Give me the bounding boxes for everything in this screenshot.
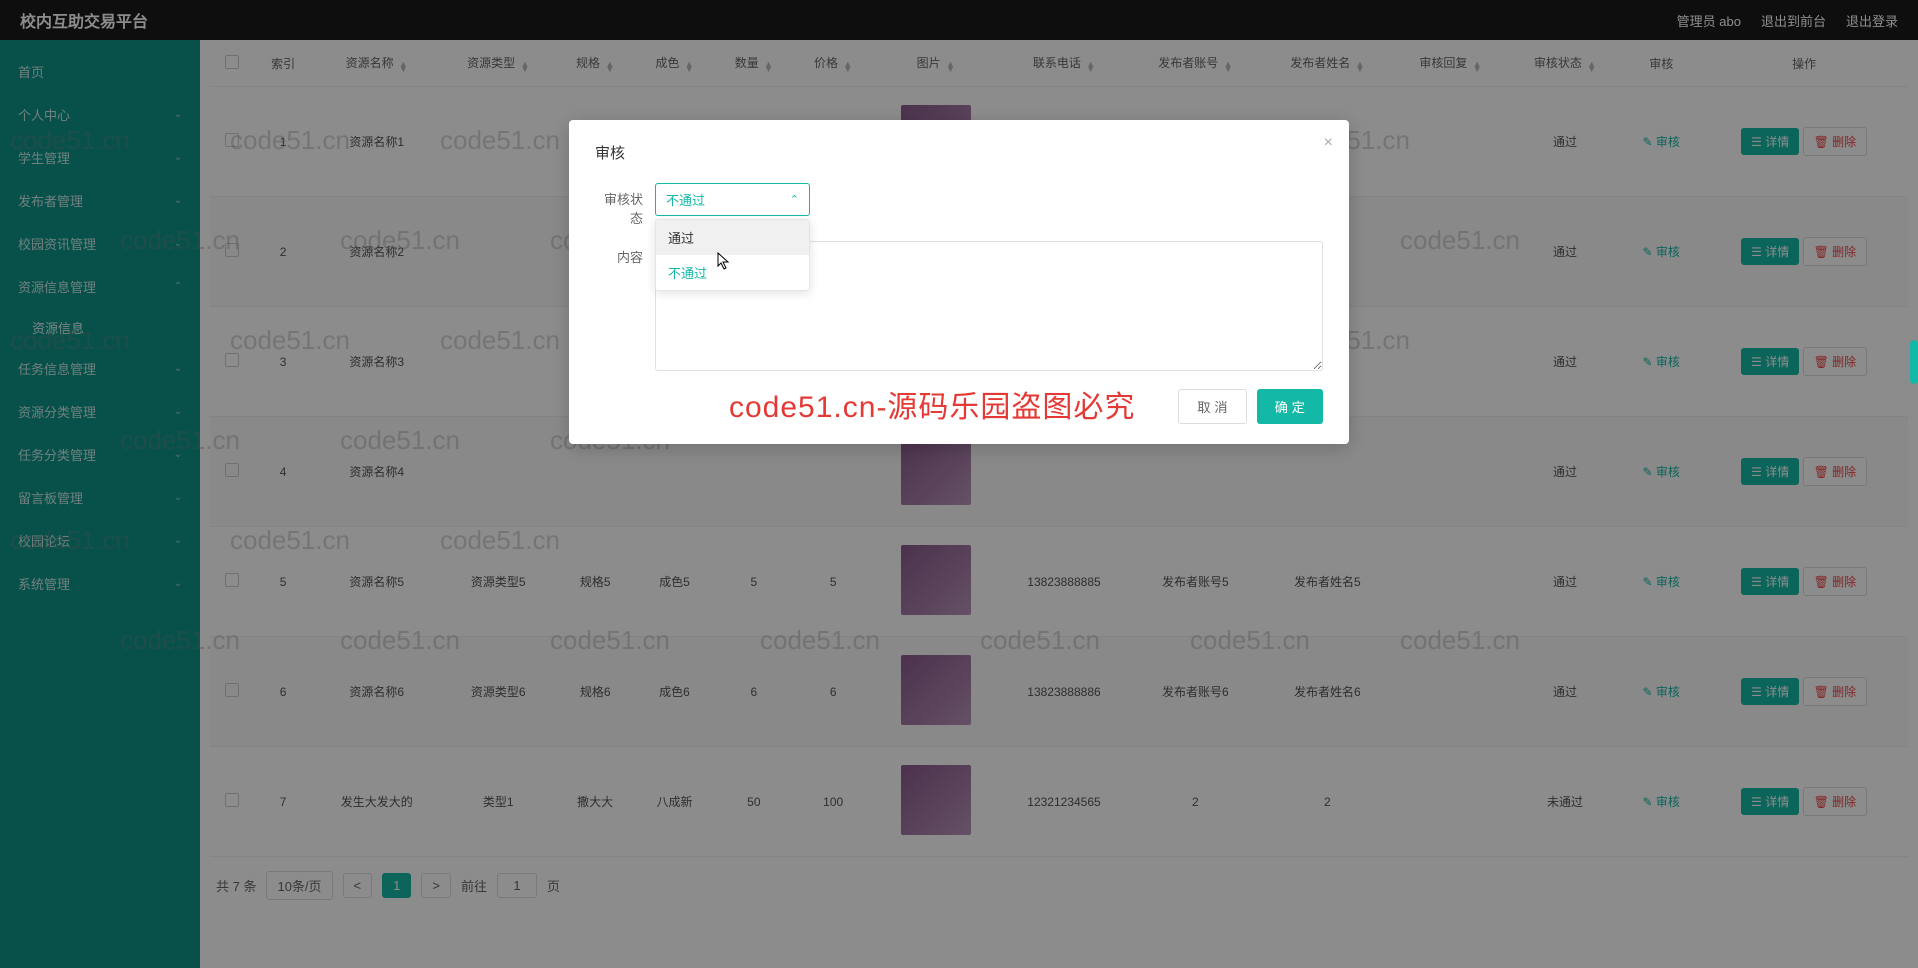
select-value: 不通过 xyxy=(666,190,705,209)
cancel-button[interactable]: 取 消 xyxy=(1178,389,1246,424)
chevron-up-icon: ⌃ xyxy=(790,193,799,206)
option-pass[interactable]: 通过 xyxy=(656,220,809,255)
ok-button[interactable]: 确 定 xyxy=(1257,389,1323,424)
status-dropdown: 通过 不通过 xyxy=(655,219,810,291)
modal-title: 审核 xyxy=(595,142,1323,163)
option-fail[interactable]: 不通过 xyxy=(656,255,809,290)
modal-mask: × 审核 审核状态 不通过 ⌃ 通过 不通过 内容 code51.cn-源码乐园… xyxy=(0,0,1918,968)
status-label: 审核状态 xyxy=(595,183,655,227)
content-label: 内容 xyxy=(595,241,655,266)
audit-modal: × 审核 审核状态 不通过 ⌃ 通过 不通过 内容 code51.cn-源码乐园… xyxy=(569,120,1349,444)
status-select[interactable]: 不通过 ⌃ xyxy=(655,183,810,216)
close-icon[interactable]: × xyxy=(1324,134,1333,152)
scroll-indicator[interactable] xyxy=(1910,340,1918,384)
